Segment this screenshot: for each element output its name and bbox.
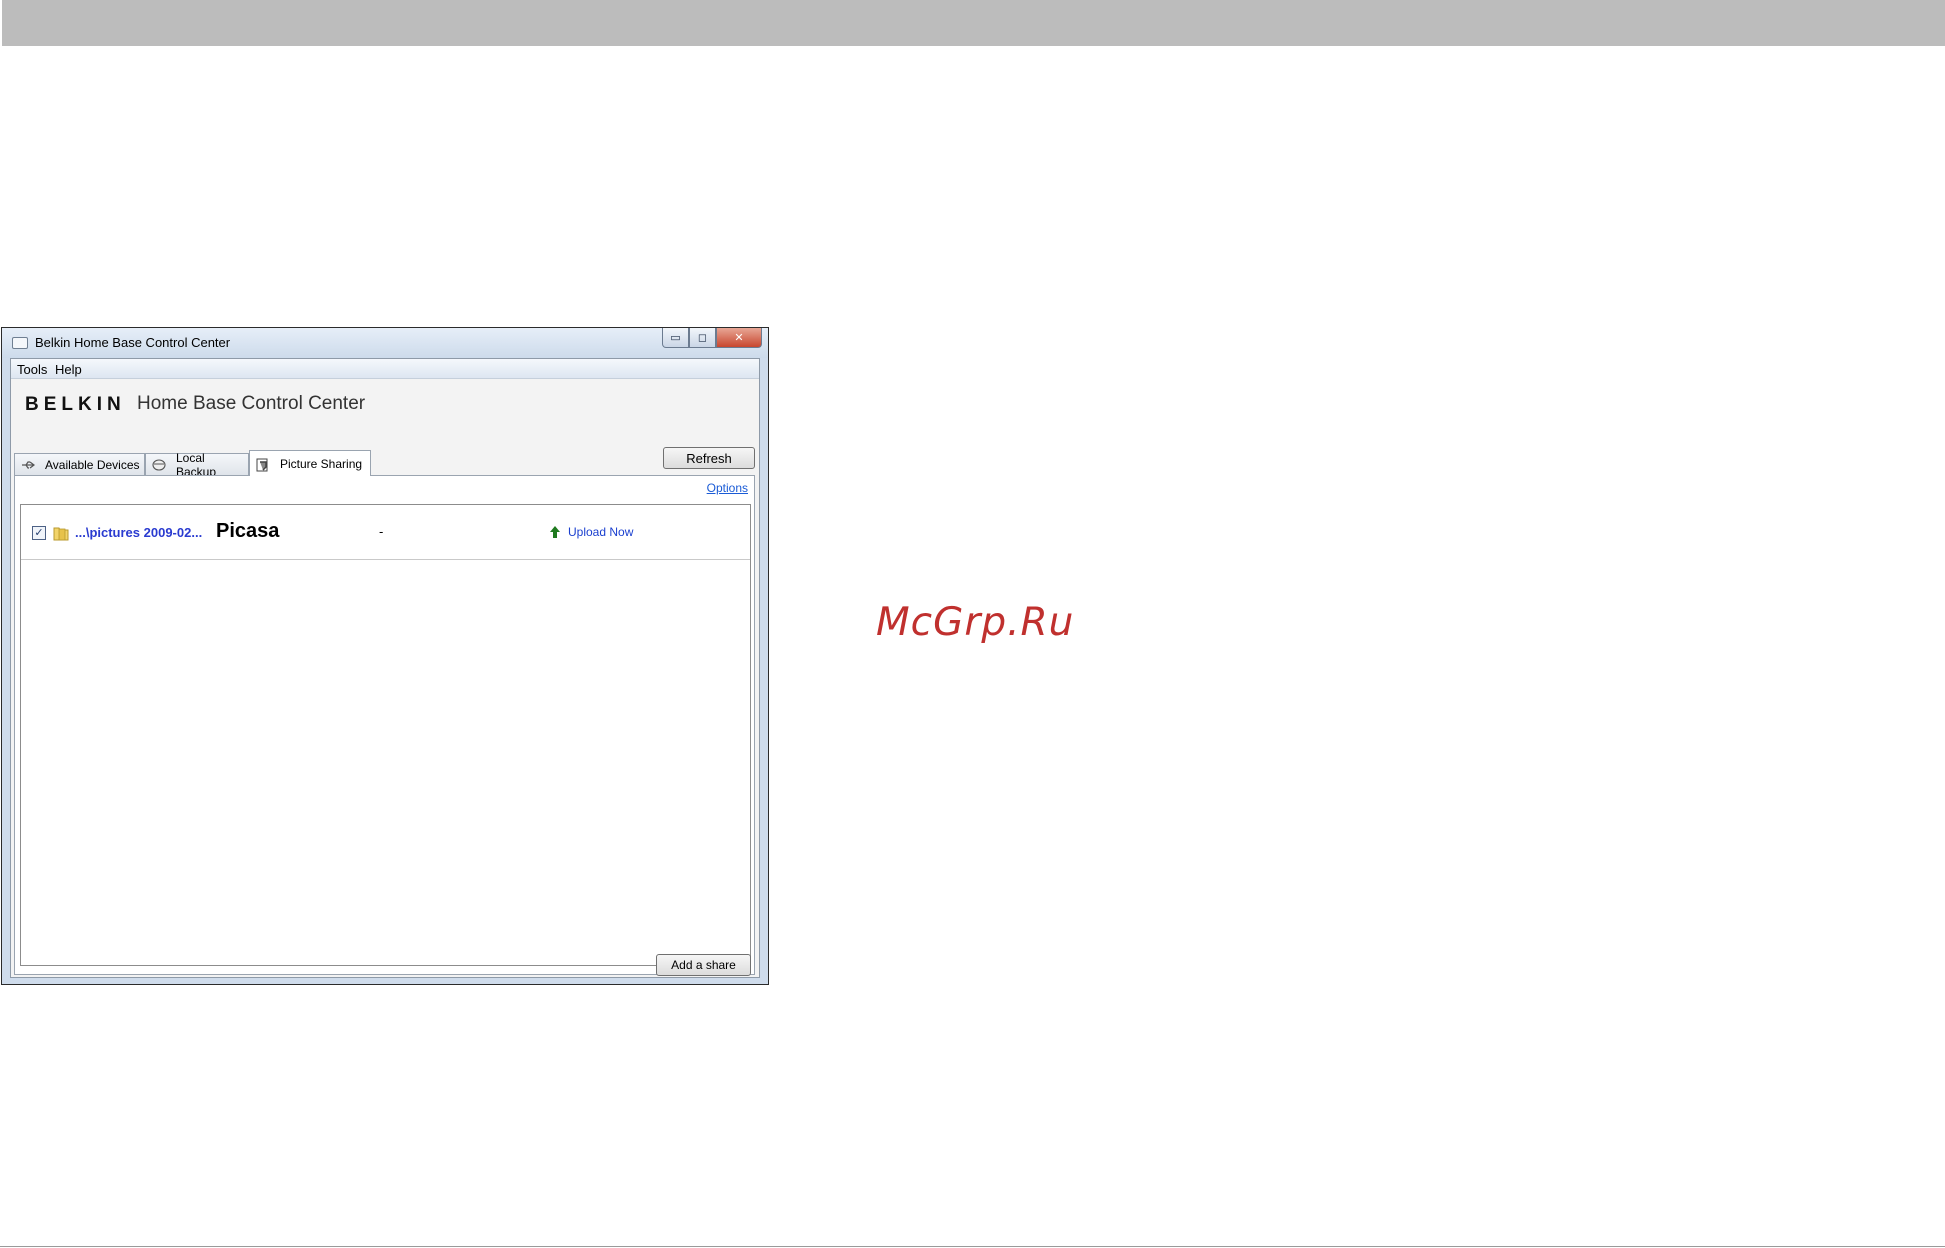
tab-local-backup[interactable]: Local Backup (145, 451, 249, 479)
page-footer-rule (0, 1246, 1945, 1247)
close-icon: ✕ (734, 331, 744, 344)
tab-available-devices[interactable]: Available Devices (14, 453, 145, 475)
tab-picture-sharing[interactable]: Picture Sharing (249, 450, 371, 476)
add-share-button[interactable]: Add a share (656, 954, 751, 976)
table-row[interactable]: ✓ ...\pictures 2009-02... Picasa - Uploa… (21, 505, 750, 560)
app-window: Belkin Home Base Control Center ▭ ◻ ✕ To… (1, 327, 769, 985)
window-title: Belkin Home Base Control Center (35, 335, 231, 350)
close-button[interactable]: ✕ (716, 328, 762, 348)
maximize-icon: ◻ (697, 331, 708, 344)
belkin-logo: BELKIN (25, 394, 126, 415)
watermark: McGrp.Ru (876, 600, 1075, 645)
window-controls: ▭ ◻ ✕ (662, 328, 762, 348)
app-window-icon (12, 337, 28, 349)
share-path[interactable]: ...\pictures 2009-02... (75, 525, 202, 540)
menu-help[interactable]: Help (55, 362, 82, 377)
folder-icon (53, 525, 69, 541)
minimize-icon: ▭ (670, 331, 681, 344)
maximize-button[interactable]: ◻ (689, 328, 716, 348)
share-list: ✓ ...\pictures 2009-02... Picasa - Uploa… (20, 504, 751, 966)
picture-sharing-panel: Options ✓ ...\pictures 2009-02... Picasa… (14, 475, 755, 975)
upload-now-link[interactable]: Upload Now (549, 525, 633, 539)
tab-label: Available Devices (45, 457, 140, 472)
share-status: - (379, 524, 384, 539)
tab-label: Picture Sharing (280, 456, 363, 471)
menu-bar: Tools Help (11, 359, 759, 379)
options-link[interactable]: Options (707, 481, 748, 495)
picture-icon (256, 458, 271, 471)
refresh-button[interactable]: Refresh (663, 447, 755, 469)
app-subtitle: Home Base Control Center (137, 393, 366, 414)
usb-icon (21, 459, 36, 471)
share-service: Picasa (216, 520, 280, 542)
upload-arrow-icon (549, 525, 561, 539)
disk-icon (152, 458, 167, 471)
page-header-bar (2, 0, 1945, 46)
minimize-button[interactable]: ▭ (662, 328, 689, 348)
window-client-area: Tools Help BELKIN Home Base Control Cent… (10, 358, 760, 978)
upload-now-label: Upload Now (568, 525, 634, 539)
menu-tools[interactable]: Tools (17, 362, 47, 377)
window-titlebar[interactable]: Belkin Home Base Control Center ▭ ◻ ✕ (2, 328, 768, 358)
share-checkbox[interactable]: ✓ (32, 526, 46, 540)
